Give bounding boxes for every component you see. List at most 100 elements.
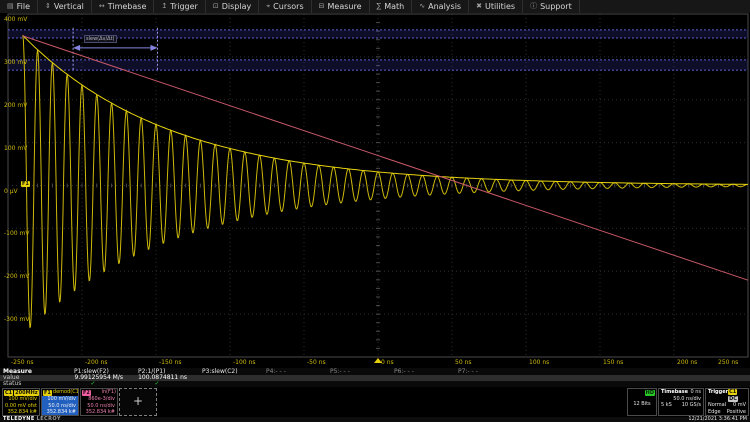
menu-item-label: Timebase	[108, 2, 147, 11]
menu-item-label: Trigger	[170, 2, 198, 11]
f1-id-badge: F1	[43, 390, 52, 396]
menu-item-timebase[interactable]: ↔Timebase	[92, 0, 155, 13]
x-axis-tick-label: 0 ns	[381, 359, 394, 367]
c1-sweeps: 352.834 k#	[3, 409, 39, 416]
math-descriptor-f1[interactable]: F1demod(C1) 100 mV/div 50.0 ns/div 352.8…	[41, 388, 79, 416]
menu-item-utilities[interactable]: ✖Utilities	[469, 0, 523, 13]
analysis-icon: ∿	[419, 0, 425, 13]
x-axis-tick-label: 150 ns	[603, 359, 623, 367]
x-axis-tick-label: 250 ns	[718, 359, 738, 367]
datetime-label: 12/21/2021 3:36:41 PM	[688, 417, 750, 422]
menu-bar: ▤File ⇕Vertical ↔Timebase ↥Trigger ⊡Disp…	[0, 0, 750, 13]
menu-item-measure[interactable]: ⊟Measure	[312, 0, 370, 13]
measure-table: Measure P1:slew(F2) P2:1/(P1) P3:slew(C2…	[0, 368, 750, 387]
x-axis-tick-label: -200 ns	[85, 359, 107, 367]
measure-param-p3[interactable]: P3:slew(C2)	[189, 368, 253, 375]
y-axis-tick-label: 100 mV	[4, 145, 27, 152]
menu-item-label: Utilities	[485, 2, 515, 11]
trigger-coupling-badge: DC	[728, 396, 738, 402]
menu-item-label: Display	[222, 2, 252, 11]
menu-item-label: Measure	[328, 2, 362, 11]
menu-item-label: File	[17, 2, 30, 11]
x-axis-labels: -250 ns -200 ns -150 ns -100 ns -50 ns 0 ns 50…	[0, 358, 750, 368]
x-axis-tick-label: 50 ns	[455, 359, 471, 367]
x-axis-tick-label: -150 ns	[159, 359, 181, 367]
c1-id-badge: C1	[4, 390, 13, 396]
menu-item-label: Analysis	[428, 2, 461, 11]
measure-status-row: status ✓ ✓	[0, 381, 750, 387]
measure-param-p4[interactable]: P4:- - -	[253, 368, 317, 375]
hd-bits-label: 12 Bits	[628, 401, 656, 408]
y-axis-tick-label: -200 mV	[4, 273, 29, 280]
measure-status-p3	[189, 381, 253, 387]
f1-function-label: demod(C1)	[53, 389, 79, 396]
measure-icon: ⊟	[319, 0, 325, 13]
menu-item-analysis[interactable]: ∿Analysis	[412, 0, 469, 13]
menu-item-label: Support	[540, 2, 572, 11]
timebase-samples: 5 kS	[661, 402, 672, 409]
measure-status-p7	[445, 381, 509, 387]
trigger-title: Trigger	[708, 389, 728, 402]
menu-item-label: Cursors	[273, 2, 303, 11]
menu-item-display[interactable]: ⊡Display	[206, 0, 259, 13]
menu-item-label: Vertical	[54, 2, 84, 11]
measure-status-p1: ✓	[61, 381, 125, 387]
timebase-box[interactable]: Timebase0 ns 50.0 ns/div 5 kS10 GS/s	[658, 388, 704, 416]
measure-row-label: status	[0, 381, 61, 387]
menu-item-math[interactable]: ∑Math	[370, 0, 413, 13]
menu-item-label: Math	[384, 2, 404, 11]
c1-vertical-scale: 100 mV/div	[3, 396, 39, 403]
x-axis-tick-label: -50 ns	[307, 359, 326, 367]
f1-zero-level-marker[interactable]: F1	[21, 181, 30, 187]
f2-function-label: ln(F1)	[101, 389, 116, 396]
waveform-display[interactable]: 400 mV300 mV200 mV100 mV0 μV-100 mV-200 …	[0, 13, 750, 358]
menu-item-trigger[interactable]: ↥Trigger	[154, 0, 205, 13]
measure-param-p5[interactable]: P5:- - -	[317, 368, 381, 375]
status-bar: TELEDYNELECROY 12/21/2021 3:36:41 PM	[0, 417, 750, 422]
trigger-position-marker[interactable]	[374, 358, 382, 363]
channel-descriptor-c1[interactable]: C1200MHzDC1M 100 mV/div 0.00 mV ofst 352…	[2, 388, 40, 416]
menu-item-support[interactable]: ⓘSupport	[523, 0, 580, 13]
math-descriptor-f2[interactable]: F2ln(F1) 860e-3/div 50.0 ns/div 352.834 …	[80, 388, 118, 416]
menu-item-file[interactable]: ▤File	[0, 0, 38, 13]
add-trace-box[interactable]: +	[119, 388, 157, 416]
vertical-icon: ⇕	[45, 0, 51, 13]
measure-status-p4	[253, 381, 317, 387]
x-axis-tick-label: 200 ns	[677, 359, 697, 367]
c1-bandwidth-badge: 200MHz	[14, 390, 39, 396]
math-icon: ∑	[377, 0, 382, 13]
display-icon: ⊡	[213, 0, 219, 13]
y-axis-tick-label: 400 mV	[4, 16, 27, 23]
trigger-icon: ↥	[161, 0, 167, 13]
f2-sweeps: 352.834 k#	[81, 409, 117, 416]
hd-mode-box[interactable]: HD 12 Bits	[627, 388, 657, 416]
add-trace-plus-icon: +	[120, 389, 156, 414]
f1-vertical-scale: 100 mV/div	[42, 396, 78, 403]
x-axis-tick-label: -100 ns	[233, 359, 255, 367]
f2-id-badge: F2	[82, 390, 91, 396]
descriptor-bar: C1200MHzDC1M 100 mV/div 0.00 mV ofst 352…	[0, 388, 750, 417]
support-icon: ⓘ	[530, 0, 537, 13]
x-axis-tick-label: -250 ns	[11, 359, 33, 367]
menu-item-cursors[interactable]: ⌖Cursors	[259, 0, 311, 13]
brand-logo: TELEDYNELECROY	[0, 417, 61, 422]
measure-status-p6	[381, 381, 445, 387]
utilities-icon: ✖	[476, 0, 482, 13]
trigger-box[interactable]: TriggerC1DC Normal0 mV EdgePositive	[705, 388, 749, 416]
measure-status-p5	[317, 381, 381, 387]
y-axis-tick-label: 300 mV	[4, 59, 27, 66]
slew-annotation-label: slew(Δv/Δt)	[84, 35, 117, 43]
measure-param-p6[interactable]: P6:- - -	[381, 368, 445, 375]
oscilloscope-screen: ▤File ⇕Vertical ↔Timebase ↥Trigger ⊡Disp…	[0, 0, 750, 422]
hd-badge: HD	[645, 390, 655, 396]
measure-status-p2: ✓	[125, 381, 189, 387]
trigger-slope: Positive	[727, 409, 746, 416]
f1-sweeps: 352.834 k#	[42, 409, 78, 416]
y-axis-tick-label: 200 mV	[4, 102, 27, 109]
file-icon: ▤	[7, 0, 14, 13]
measure-param-p7[interactable]: P7:- - -	[445, 368, 509, 375]
trigger-type: Edge	[708, 409, 721, 416]
menu-item-vertical[interactable]: ⇕Vertical	[38, 0, 92, 13]
trigger-source-badge: C1	[728, 389, 737, 395]
y-axis-tick-label: 0 μV	[4, 188, 18, 195]
